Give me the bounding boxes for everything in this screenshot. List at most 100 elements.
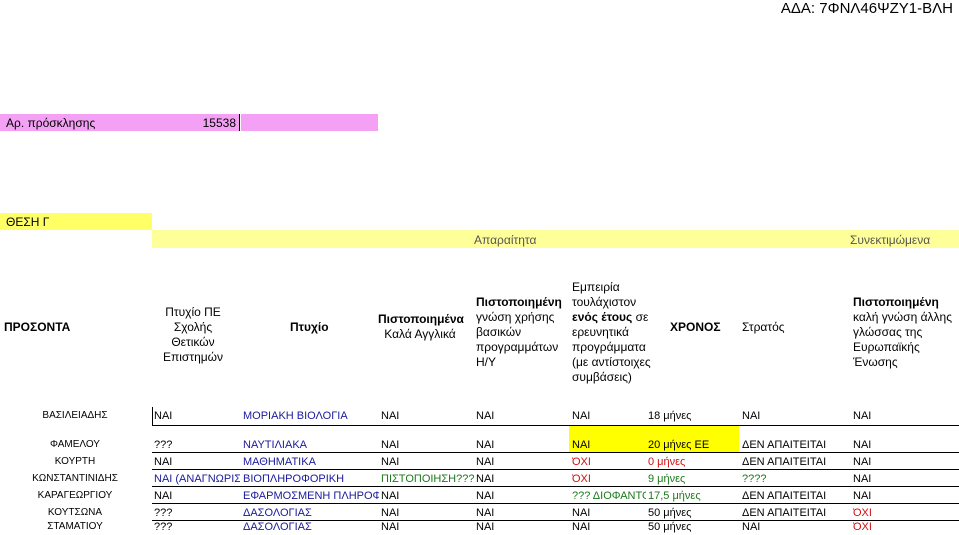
cell-computer: ΝΑΙ: [476, 490, 495, 502]
cell-computer: ΝΑΙ: [476, 439, 495, 451]
header-english-line: Πιστοποιημένα: [378, 312, 464, 326]
cell-time: 18 μήνες: [648, 410, 692, 422]
cell-computer: ΝΑΙ: [476, 456, 495, 468]
position-label: ΘΕΣΗ Γ: [6, 215, 50, 229]
cell-lang: ΌΧΙ: [853, 507, 872, 519]
table-row: ΒΑΣΙΛΕΙΑΔΗΣ ΝΑΙ ΜΟΡΙΑΚΗ ΒΙΟΛΟΓΙΑ ΝΑΙ ΝΑΙ…: [0, 408, 959, 424]
header-computer: Πιστοποιημένη γνώση χρήσης βασικών προγρ…: [476, 295, 562, 370]
cell-time: 50 μήνες: [648, 521, 692, 533]
cell-english: ΝΑΙ: [381, 507, 400, 519]
header-english-line: Καλά Αγγλικά: [384, 327, 456, 341]
table-row: ΚΩΝΣΤΑΝΤΙΝΙΔΗΣ ΝΑΙ (ΑΝΑΓΝΩΡΙΣ ΒΙΟΠΛΗΡΟΦΟ…: [0, 471, 959, 487]
ada-code: ΑΔΑ: 7ΦΝΛ46ΨΖΥ1-ΒΛΗ: [780, 0, 953, 17]
cell-degree: ΒΙΟΠΛΗΡΟΦΟΡΙΚΗ: [243, 473, 345, 485]
cell-computer: ΝΑΙ: [476, 507, 495, 519]
table-row: ΚΑΡΑΓΕΩΡΓΙΟΥ ΝΑΙ ΕΦΑΡΜΟΣΜΕΝΗ ΠΛΗΡΟΦ ΝΑΙ …: [0, 488, 959, 504]
header-experience: Εμπειρία τουλάχιστον ενός έτους σε ερευν…: [572, 280, 651, 385]
cell-computer: ΝΑΙ: [476, 521, 495, 533]
cell-english: ΝΑΙ: [381, 521, 400, 533]
header-computer-line: Η/Υ: [476, 355, 497, 369]
cell-experience: ΝΑΙ: [572, 507, 591, 519]
call-number-cell: Αρ. πρόσκλησης 15538: [0, 114, 240, 131]
header-experience-line: ενός έτους σε: [572, 310, 651, 325]
cell-military: ΔΕΝ ΑΠΑΙΤΕΙΤΑΙ: [742, 439, 827, 451]
cell-military: ????: [742, 473, 767, 485]
candidate-name: ΣΤΑΜΑΤΙΟΥ: [47, 521, 103, 532]
cell-lang: ΝΑΙ: [853, 410, 872, 422]
table-row: ΚΟΥΡΤΗ ΝΑΙ ΜΑΘΗΜΑΤΙΚΑ ΝΑΙ ΝΑΙ ΌΧΙ 0 μήνε…: [0, 454, 959, 470]
cell-experience: ΌΧΙ: [572, 473, 591, 485]
header-computer-line: Πιστοποιημένη: [476, 295, 562, 309]
header-english: Πιστοποιημένα Καλά Αγγλικά: [378, 312, 464, 342]
cell-computer: ΝΑΙ: [476, 410, 495, 422]
header-other-lang-line: Ένωσης: [853, 355, 898, 369]
row-border: [152, 469, 959, 470]
cell-english: ΠΙΣΤΟΠΟΙΗΣΗ???: [381, 473, 475, 485]
header-candidates: ΠΡΟΣΟΝΤΑ: [4, 320, 71, 334]
cell-lang: ΝΑΙ: [853, 456, 872, 468]
cell-lang: ΌΧΙ: [853, 521, 872, 533]
header-experience-line: (με αντίστοιχες: [572, 355, 651, 369]
header-degree-pe-line: Πτυχίο ΠΕ: [165, 305, 221, 319]
cell-lang: ΝΑΙ: [853, 473, 872, 485]
cell-military: ΝΑΙ: [742, 410, 761, 422]
cell-time: 0 μήνες: [648, 456, 686, 468]
cell-degree: ΕΦΑΡΜΟΣΜΕΝΗ ΠΛΗΡΟΦ: [243, 490, 379, 502]
header-military: Στρατός: [742, 320, 785, 334]
header-experience-line: ερευνητικά: [572, 325, 629, 339]
header-computer-line: γνώση χρήσης: [476, 310, 555, 324]
table-row: ΦΑΜΕΛΟΥ ??? ΝΑΥΤΙΛΙΑΚΑ ΝΑΙ ΝΑΙ ΝΑΙ 20 μή…: [0, 437, 959, 453]
cell-time: 17,5 μήνες: [648, 490, 701, 502]
header-degree-pe: Πτυχίο ΠΕ Σχολής Θετικών Επιστημών: [152, 305, 234, 365]
candidate-name: ΚΟΥΡΤΗ: [54, 456, 96, 467]
header-experience-rest: σε: [632, 310, 649, 324]
header-time: ΧΡΟΝΟΣ: [670, 320, 721, 334]
preferred-group: Συνεκτιμώμενα: [846, 230, 959, 248]
cell-english: ΝΑΙ: [381, 439, 400, 451]
header-experience-line: Εμπειρία: [572, 280, 620, 294]
position-cell: ΘΕΣΗ Γ: [0, 213, 152, 230]
cell-degree: ΜΟΡΙΑΚΗ ΒΙΟΛΟΓΙΑ: [243, 410, 348, 422]
call-highlight: [241, 114, 378, 131]
cell-pe: ΝΑΙ (ΑΝΑΓΝΩΡΙΣ: [154, 473, 240, 485]
row-border: [152, 425, 959, 426]
header-degree-pe-line: Επιστημών: [162, 350, 224, 364]
header-degree: Πτυχίο: [290, 320, 329, 334]
cell-degree: ΔΑΣΟΛΟΓΙΑΣ: [243, 521, 312, 533]
header-experience-line: συμβάσεις): [572, 370, 632, 384]
cell-time: 20 μήνες ΕΕ: [648, 439, 710, 451]
cell-experience: ΝΑΙ: [572, 521, 591, 533]
candidate-name: ΒΑΣΙΛΕΙΑΔΗΣ: [42, 410, 108, 421]
candidate-name: ΦΑΜΕΛΟΥ: [50, 439, 100, 450]
required-group: Απαραίτητα: [152, 230, 846, 248]
cell-experience: ΌΧΙ: [572, 456, 591, 468]
header-experience-bold: ενός έτους: [572, 310, 633, 324]
cell-experience: ΝΑΙ: [572, 439, 591, 451]
preferred-label: Συνεκτιμώμενα: [850, 233, 931, 247]
cell-military: ΔΕΝ ΑΠΑΙΤΕΙΤΑΙ: [742, 507, 827, 519]
required-label: Απαραίτητα: [474, 233, 537, 247]
header-computer-line: προγραμμάτων: [476, 340, 559, 354]
cell-military: ΝΑΙ: [742, 521, 761, 533]
header-other-lang-line: καλή γνώση άλλης: [853, 310, 952, 324]
row-border: [152, 486, 959, 487]
row-border: [152, 452, 959, 453]
header-other-lang-line: γλώσσας της: [853, 325, 923, 339]
cell-military: ΔΕΝ ΑΠΑΙΤΕΙΤΑΙ: [742, 456, 827, 468]
cell-degree: ΔΑΣΟΛΟΓΙΑΣ: [243, 507, 312, 519]
cell-pe: ???: [154, 521, 173, 533]
cell-pe: ΝΑΙ: [154, 490, 173, 502]
candidate-name: ΚΑΡΑΓΕΩΡΓΙΟΥ: [37, 490, 113, 501]
table-row: ΣΤΑΜΑΤΙΟΥ ??? ΔΑΣΟΛΟΓΙΑΣ ΝΑΙ ΝΑΙ ΝΑΙ 50 …: [0, 519, 959, 535]
cell-pe: ???: [154, 507, 173, 519]
cell-pe: ΝΑΙ: [154, 410, 173, 422]
header-degree-pe-line: Σχολής Θετικών: [171, 320, 215, 349]
cell-computer: ΝΑΙ: [476, 473, 495, 485]
header-experience-line: τουλάχιστον: [572, 295, 637, 309]
row-border: [152, 503, 959, 504]
cell-time: 50 μήνες: [648, 507, 692, 519]
call-number: 15538: [202, 116, 236, 130]
cell-degree: ΝΑΥΤΙΛΙΑΚΑ: [243, 439, 307, 451]
cell-english: ΝΑΙ: [381, 410, 400, 422]
cell-time: 9 μήνες: [648, 473, 686, 485]
